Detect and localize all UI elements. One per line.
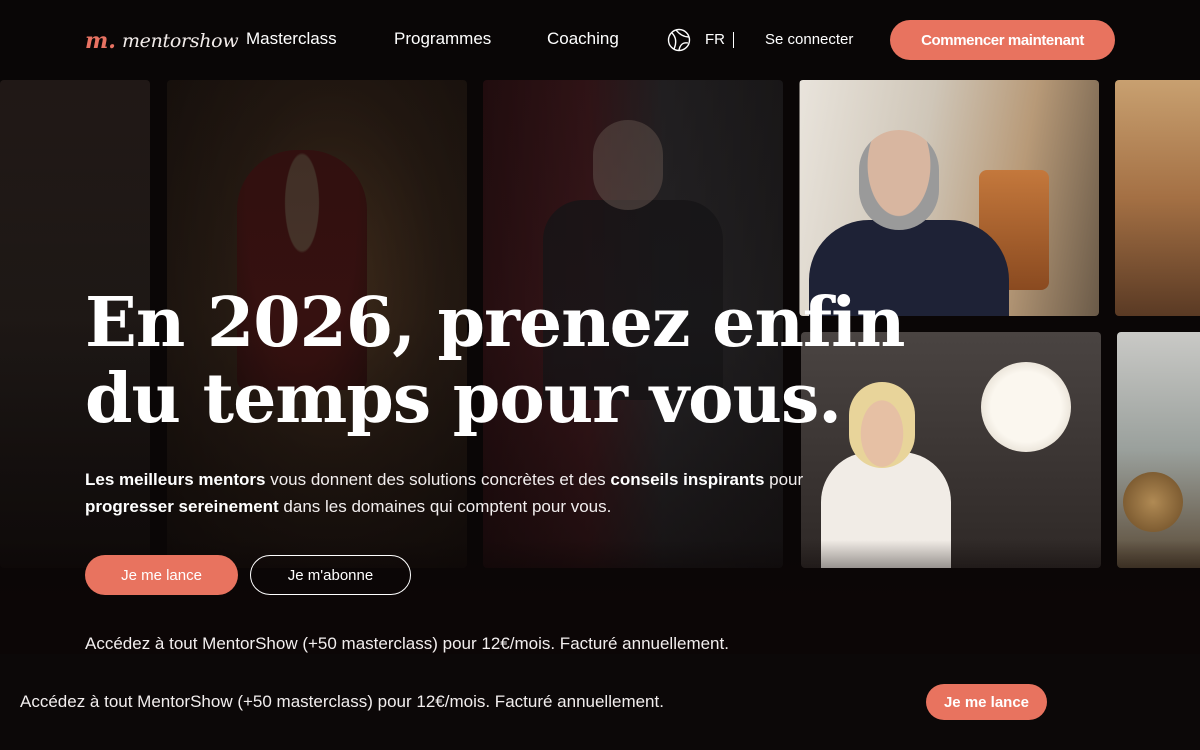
hero-title-line-2: du temps pour vous.: [85, 359, 842, 439]
logo-mark: m.: [85, 28, 116, 54]
logo-text: mentorshow: [121, 30, 239, 52]
language-selector[interactable]: FR: [667, 28, 734, 52]
mentor-photo-5: [1115, 80, 1200, 316]
globe-icon: [667, 28, 691, 52]
nav-programmes[interactable]: Programmes: [394, 29, 491, 49]
nav-masterclass[interactable]: Masterclass: [246, 29, 337, 49]
desc-bold-mentors: Les meilleurs mentors: [85, 470, 266, 489]
language-label: FR: [705, 32, 734, 48]
hero-title-line-1: En 2026, prenez enfin: [85, 283, 905, 363]
je-m-abonne-button[interactable]: Je m'abonne: [250, 555, 411, 595]
desc-text-2: pour: [764, 470, 804, 489]
desc-text-3: dans les domaines qui comptent pour vous…: [278, 497, 612, 516]
login-link[interactable]: Se connecter: [765, 31, 853, 48]
mentor-photo-7: [1117, 332, 1200, 568]
nav-coaching[interactable]: Coaching: [547, 29, 619, 49]
bottom-bar-text: Accédez à tout MentorShow (+50 mastercla…: [20, 692, 664, 711]
desc-text-1: vous donnent des solutions concrètes et …: [265, 470, 611, 489]
logo[interactable]: m. mentorshow: [85, 28, 239, 54]
desc-bold-conseils: conseils inspirants: [610, 470, 765, 489]
sticky-bottom-bar: Accédez à tout MentorShow (+50 mastercla…: [0, 654, 1200, 750]
site-header: m. mentorshow Masterclass Programmes Coa…: [0, 0, 1200, 80]
pricing-note: Accédez à tout MentorShow (+50 mastercla…: [85, 634, 729, 653]
hero-description: Les meilleurs mentors vous donnent des s…: [85, 466, 805, 520]
mentor-photo-4: [799, 80, 1099, 316]
desc-bold-progresser: progresser sereinement: [85, 497, 279, 516]
hero-title: En 2026, prenez enfin du temps pour vous…: [85, 283, 905, 439]
je-me-lance-button[interactable]: Je me lance: [85, 555, 238, 595]
bottom-je-me-lance-button[interactable]: Je me lance: [926, 684, 1047, 720]
start-now-button[interactable]: Commencer maintenant: [890, 20, 1115, 60]
